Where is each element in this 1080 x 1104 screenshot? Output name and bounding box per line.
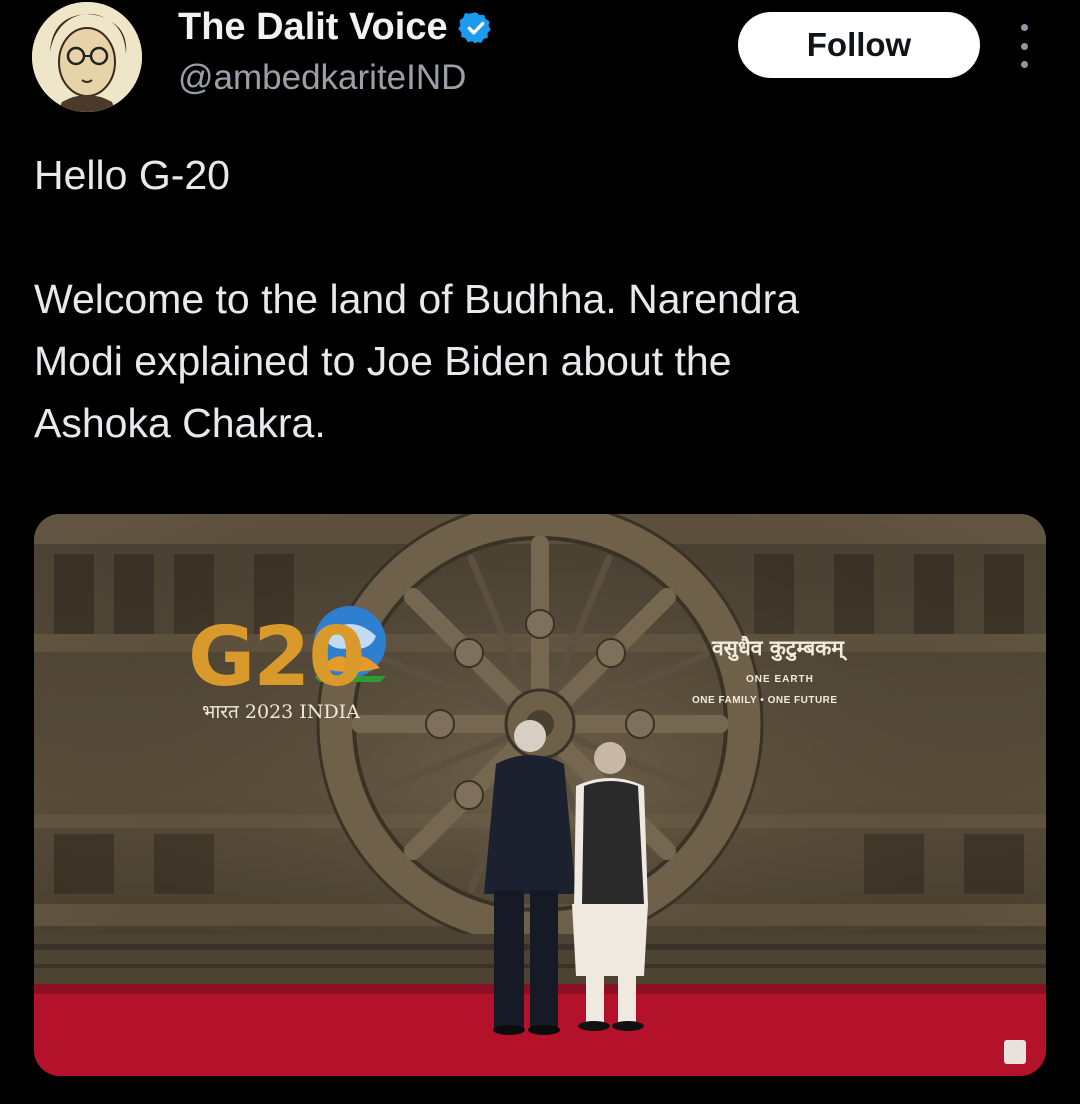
g20-logo: G20 (188, 610, 365, 705)
motto-hindi: वसुधैव कुटुम्बकम् (712, 636, 844, 660)
tweet-text: Hello G-20 Welcome to the land of Budhha… (34, 152, 800, 446)
more-vertical-icon[interactable] (1010, 24, 1038, 68)
portrait-sketch-avatar (32, 2, 142, 112)
verified-badge-icon (457, 10, 494, 46)
display-name[interactable]: The Dalit Voice (178, 6, 448, 49)
tweet-media-image[interactable]: G20 भारत 2023 INDIA वसुधैव कुटुम्बकम् ON… (34, 514, 1046, 1076)
display-name-row[interactable]: The Dalit Voice (178, 6, 494, 49)
motto-line-two: ONE FAMILY • ONE FUTURE (692, 695, 838, 706)
avatar[interactable] (32, 2, 142, 112)
motto-line-one: ONE EARTH (746, 674, 814, 685)
handle[interactable]: @ambedkariteIND (178, 58, 466, 98)
g20-logo-subtitle: भारत 2023 INDIA (202, 701, 360, 723)
g20-konark-wheel-photo (34, 514, 1046, 1076)
follow-button[interactable]: Follow (738, 12, 980, 78)
